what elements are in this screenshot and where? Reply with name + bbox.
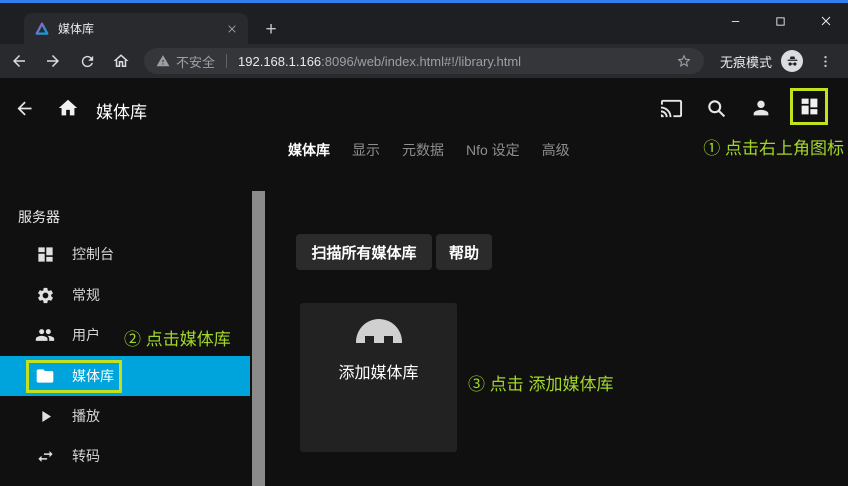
tab-close-icon[interactable] [224, 21, 240, 37]
tab-nfo[interactable]: Nfo 设定 [466, 140, 520, 160]
sidebar-scrollbar[interactable] [252, 191, 265, 486]
browser-menu-icon[interactable] [813, 49, 837, 73]
browser-window: 媒体库 + [0, 0, 848, 486]
add-library-label: 添加媒体库 [338, 359, 418, 383]
gear-icon [33, 283, 57, 307]
sidebar-item-dashboard[interactable]: 控制台 [0, 234, 250, 274]
incognito-icon [781, 50, 803, 72]
sidebar-item-library[interactable]: 媒体库 [0, 356, 250, 396]
dashboard-button-highlight [790, 88, 828, 125]
url-path: :8096/web/index.html#!/library.html [321, 54, 521, 69]
cast-icon[interactable] [659, 96, 683, 120]
warning-icon [156, 54, 170, 68]
home-icon[interactable] [106, 47, 136, 75]
search-icon[interactable] [704, 96, 728, 120]
dashboard-icon[interactable] [799, 96, 820, 117]
app-home-icon[interactable] [56, 96, 80, 120]
annotation-step2: ② 点击媒体库 [124, 325, 231, 350]
browser-tab[interactable]: 媒体库 [24, 13, 248, 44]
tab-title: 媒体库 [58, 20, 216, 37]
dashboard-icon [33, 242, 57, 266]
tab-library[interactable]: 媒体库 [288, 140, 330, 160]
incognito-label: 无痕模式 [720, 52, 772, 71]
sidebar-section-title: 服务器 [18, 207, 60, 227]
sidebar-item-label: 控制台 [72, 244, 114, 264]
forward-icon[interactable] [38, 47, 68, 75]
add-library-card[interactable]: 添加媒体库 [300, 303, 457, 452]
jellyfin-page: 媒体库 ① 点击右上角图标 媒体库 显示 元数据 Nfo [0, 78, 848, 486]
bookmark-star-icon[interactable] [676, 53, 692, 69]
url-host: 192.168.1.166 [238, 54, 321, 69]
add-circle-icon [356, 319, 402, 343]
scan-all-libraries-button[interactable]: 扫描所有媒体库 [296, 234, 432, 270]
tab-metadata[interactable]: 元数据 [402, 140, 444, 160]
annotation-step3: ③ 点击 添加媒体库 [468, 370, 613, 395]
jellyfin-favicon-icon [34, 21, 50, 37]
settings-tabs: 媒体库 显示 元数据 Nfo 设定 高级 [288, 140, 570, 160]
sidebar-item-transcoding[interactable]: 转码 [0, 436, 250, 476]
sidebar-item-label: 播放 [72, 406, 100, 426]
browser-toolbar: 不安全 192.168.1.166:8096/web/index.html#!/… [0, 44, 848, 78]
tab-display[interactable]: 显示 [352, 140, 380, 160]
tab-strip: 媒体库 + [0, 3, 848, 44]
user-icon[interactable] [749, 96, 773, 120]
security-label: 不安全 [176, 52, 215, 71]
app-back-icon[interactable] [12, 96, 36, 120]
swap-icon [33, 444, 57, 468]
sidebar-item-playback[interactable]: 播放 [0, 396, 250, 436]
omnibox-divider [226, 54, 227, 68]
play-icon [33, 404, 57, 428]
maximize-button[interactable] [758, 6, 803, 36]
window-controls [713, 6, 848, 36]
folder-icon [33, 364, 57, 388]
back-icon[interactable] [4, 47, 34, 75]
sidebar-item-label: 用户 [72, 325, 100, 345]
minimize-button[interactable] [713, 6, 758, 36]
close-button[interactable] [803, 6, 848, 36]
sidebar-item-label: 转码 [72, 446, 100, 466]
help-button[interactable]: 帮助 [436, 234, 492, 270]
sidebar-item-label: 常规 [72, 285, 100, 305]
url-text: 192.168.1.166:8096/web/index.html#!/libr… [238, 54, 521, 69]
annotation-step1: ① 点击右上角图标 [703, 134, 844, 159]
sidebar-item-general[interactable]: 常规 [0, 275, 250, 315]
users-icon [33, 323, 57, 347]
reload-icon[interactable] [72, 47, 102, 75]
address-bar[interactable]: 不安全 192.168.1.166:8096/web/index.html#!/… [144, 48, 704, 74]
sidebar-item-label: 媒体库 [72, 366, 114, 386]
tab-advanced[interactable]: 高级 [542, 140, 570, 160]
new-tab-button[interactable]: + [258, 17, 284, 43]
page-title: 媒体库 [96, 98, 147, 123]
